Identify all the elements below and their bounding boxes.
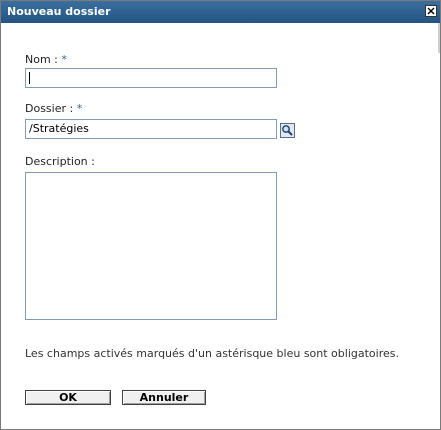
- folder-input[interactable]: /Stratégies: [25, 119, 277, 139]
- folder-required-asterisk: *: [76, 102, 83, 115]
- folder-label-text: Dossier :: [25, 102, 77, 115]
- ok-button[interactable]: OK: [25, 390, 111, 405]
- folder-browse-button[interactable]: [280, 123, 295, 138]
- name-input[interactable]: [25, 68, 277, 88]
- description-textarea[interactable]: [25, 172, 277, 320]
- close-icon: [427, 7, 435, 15]
- dialog-title: Nouveau dossier: [7, 5, 111, 18]
- magnifier-icon: [282, 125, 293, 136]
- cancel-button[interactable]: Annuler: [122, 390, 206, 405]
- text-caret: [29, 72, 30, 84]
- folder-input-value: /Stratégies: [29, 122, 89, 135]
- name-label: Nom : *: [25, 53, 67, 66]
- name-label-text: Nom :: [25, 53, 62, 66]
- name-required-asterisk: *: [61, 53, 67, 66]
- required-fields-note: Les champs activés marqués d'un astérisq…: [25, 347, 399, 360]
- folder-label: Dossier : *: [25, 102, 82, 115]
- title-bar[interactable]: Nouveau dossier: [1, 1, 440, 23]
- description-label: Description :: [25, 155, 95, 168]
- close-button[interactable]: [425, 5, 437, 17]
- window-edge: [438, 23, 440, 53]
- dialog-window: Nouveau dossier Nom : * Dossier : * /Str…: [0, 0, 441, 430]
